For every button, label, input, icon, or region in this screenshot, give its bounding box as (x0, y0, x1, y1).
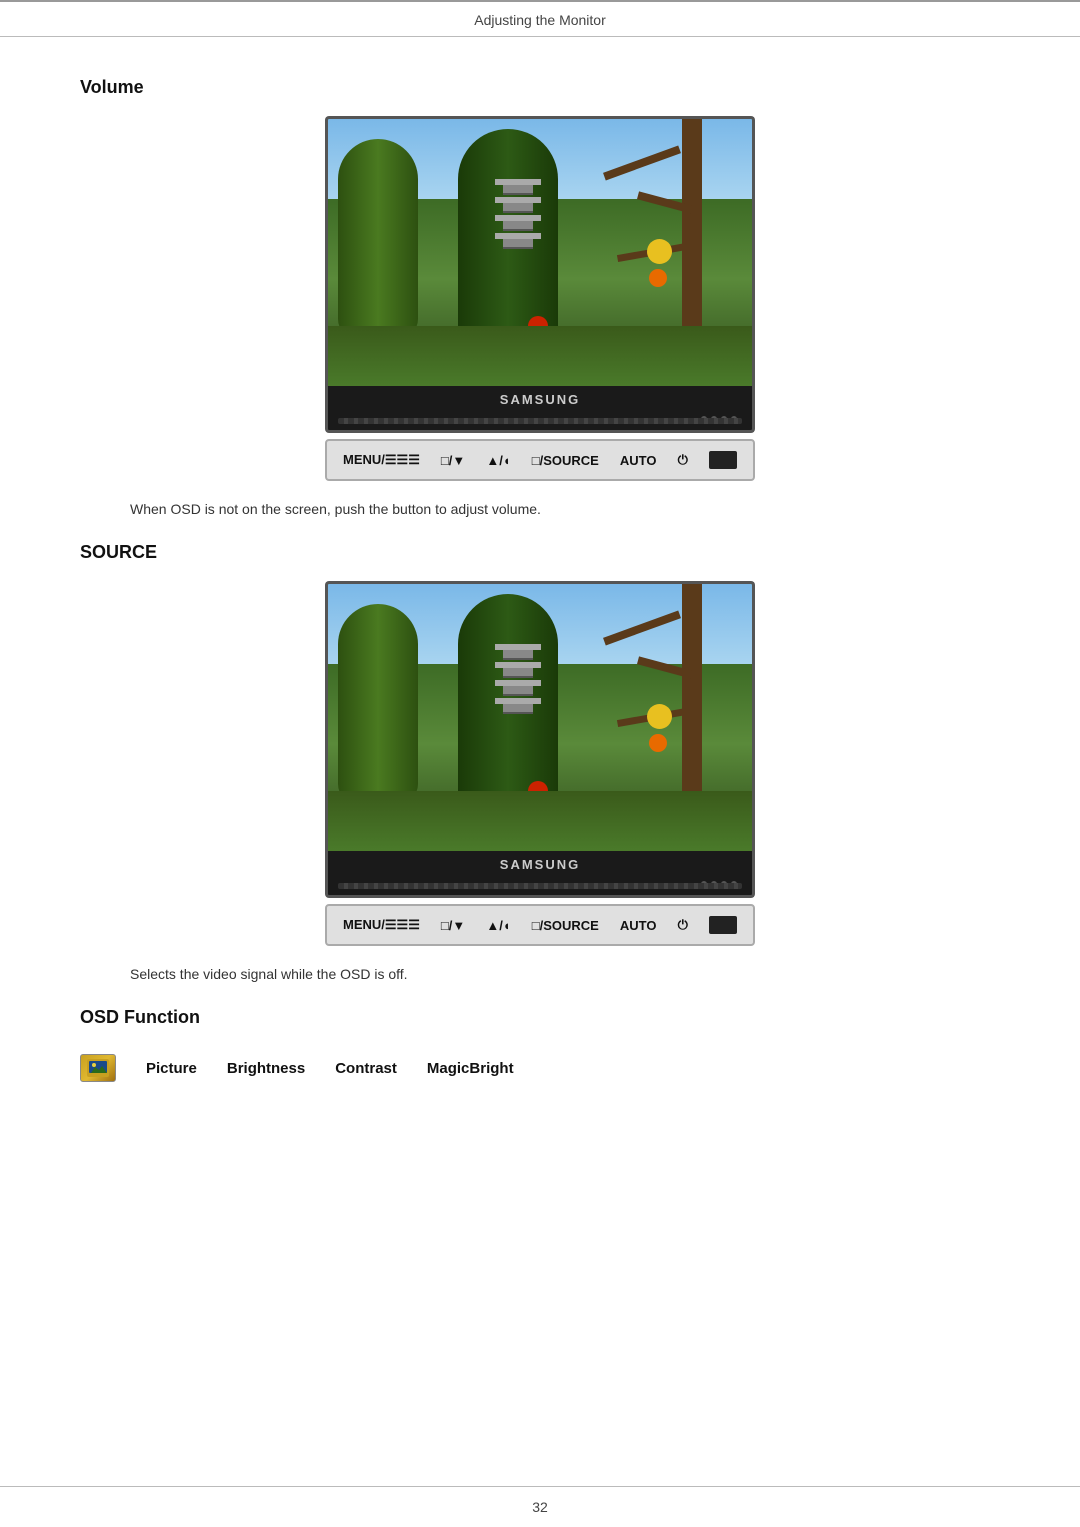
pagoda-tier-2-4 (503, 698, 533, 714)
btn-auto[interactable]: AUTO (620, 453, 657, 468)
ground-1 (328, 326, 752, 386)
flower-yellow-1 (647, 239, 672, 264)
source-bezel-bottom: SAMSUNG (325, 851, 755, 898)
pagoda-tier-1 (503, 179, 533, 195)
btn-power[interactable]: ⏻ (678, 452, 688, 468)
flower-orange-1 (649, 269, 667, 287)
source-monitor-screen (325, 581, 755, 851)
volume-button-panel: MENU/☰☰☰ □/▼ ▲/◖ □/SOURCE AUTO ⏻ (325, 439, 755, 481)
source-section: SOURCE (80, 542, 1000, 982)
volume-description: When OSD is not on the screen, push the … (80, 501, 1000, 517)
btn-back-down-2[interactable]: □/▼ (441, 918, 465, 933)
volume-heading: Volume (80, 77, 1000, 98)
tree-left-1 (338, 139, 418, 339)
pagoda-tier-2 (503, 197, 533, 213)
source-monitor-wrapper: SAMSUNG MENU/☰☰☰ □/▼ ▲/◖ □/SOURCE (325, 581, 755, 946)
picture-icon-svg (87, 1059, 109, 1077)
pagoda-tier-4 (503, 233, 533, 249)
osd-contrast-label: Contrast (335, 1060, 397, 1077)
header-title: Adjusting the Monitor (474, 12, 606, 28)
osd-heading: OSD Function (80, 1007, 1000, 1028)
btn-back-down[interactable]: □/▼ (441, 453, 465, 468)
volume-monitor-container: SAMSUNG MENU/☰☰☰ □/▼ ▲/◖ □/SOURCE (80, 116, 1000, 481)
btn-up-mute-2[interactable]: ▲/◖ (486, 918, 510, 933)
samsung-logo-1: SAMSUNG (500, 392, 580, 407)
volume-section: Volume (80, 77, 1000, 517)
pagoda-tier-2-3 (503, 680, 533, 696)
page-number: 32 (532, 1499, 548, 1515)
btn-source-2[interactable]: □/SOURCE (532, 918, 599, 933)
pagoda-tier-2-1 (503, 644, 533, 660)
source-description: Selects the video signal while the OSD i… (80, 966, 1000, 982)
osd-brightness-label: Brightness (227, 1060, 305, 1077)
flower-yellow-2 (647, 704, 672, 729)
btn-up-mute[interactable]: ▲/◖ (486, 453, 510, 468)
power-indicator-2 (709, 916, 737, 934)
power-indicator (709, 451, 737, 469)
bezel-progress-2 (338, 883, 742, 889)
btn-source[interactable]: □/SOURCE (532, 453, 599, 468)
pagoda-tier-2-2 (503, 662, 533, 678)
volume-monitor-screen (325, 116, 755, 386)
osd-magicbright-label: MagicBright (427, 1060, 514, 1077)
btn-menu-2[interactable]: MENU/☰☰☰ (343, 917, 420, 933)
btn-menu[interactable]: MENU/☰☰☰ (343, 452, 420, 468)
volume-monitor-wrapper: SAMSUNG MENU/☰☰☰ □/▼ ▲/◖ □/SOURCE (325, 116, 755, 481)
pagoda-2 (503, 644, 533, 744)
osd-menu-bar: Picture Brightness Contrast MagicBright (80, 1046, 1000, 1090)
pagoda-1 (503, 179, 533, 279)
source-monitor-container: SAMSUNG MENU/☰☰☰ □/▼ ▲/◖ □/SOURCE (80, 581, 1000, 946)
pagoda-tier-3 (503, 215, 533, 231)
page-header: Adjusting the Monitor (0, 2, 1080, 37)
btn-power-2[interactable]: ⏻ (678, 917, 688, 933)
garden-scene-1 (328, 119, 752, 386)
volume-bezel-bottom: SAMSUNG (325, 386, 755, 433)
content-area: Volume (0, 37, 1080, 1130)
page-footer: 32 (0, 1486, 1080, 1527)
osd-section: OSD Function Picture Brightness Contrast… (80, 1007, 1000, 1090)
source-heading: SOURCE (80, 542, 1000, 563)
osd-picture-label: Picture (146, 1060, 197, 1077)
ground-2 (328, 791, 752, 851)
garden-scene-2 (328, 584, 752, 851)
source-button-panel: MENU/☰☰☰ □/▼ ▲/◖ □/SOURCE AUTO ⏻ (325, 904, 755, 946)
samsung-logo-2: SAMSUNG (500, 857, 580, 872)
btn-auto-2[interactable]: AUTO (620, 918, 657, 933)
tree-left-2 (338, 604, 418, 804)
bezel-progress-1 (338, 418, 742, 424)
osd-picture-icon (80, 1054, 116, 1082)
flower-orange-2 (649, 734, 667, 752)
